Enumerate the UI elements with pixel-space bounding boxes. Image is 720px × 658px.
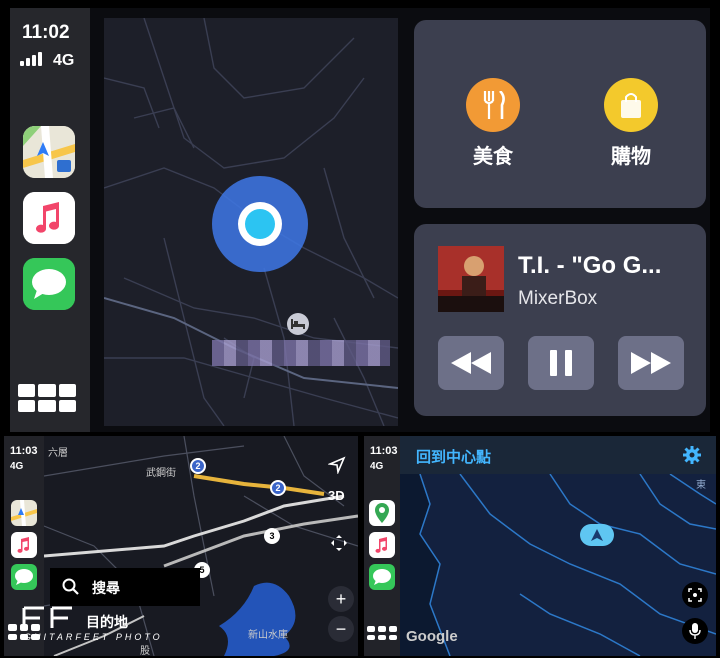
google-logo: Google <box>406 628 458 645</box>
app-grid-icon[interactable] <box>367 626 397 640</box>
status-time: 11:02 <box>22 22 70 43</box>
recenter-button[interactable] <box>682 582 708 608</box>
poi-food[interactable]: 美食 <box>448 78 538 169</box>
search-label: 搜尋 <box>92 580 120 596</box>
signal-icon <box>20 52 42 66</box>
crosshair-icon <box>688 588 702 602</box>
watermark-text: 目的地 <box>86 614 128 630</box>
main-sidebar: 11:02 4G <box>10 8 90 432</box>
google-maps-header: 回到中心點 <box>400 436 716 474</box>
fast-forward-button[interactable] <box>618 336 684 390</box>
watermark-subtext: GUITARFEET PHOTO <box>24 632 163 642</box>
messages-app-icon[interactable] <box>23 258 75 310</box>
poi-shopping-label: 購物 <box>611 146 651 168</box>
album-art <box>438 246 504 312</box>
shopping-bag-icon <box>604 78 658 132</box>
song-artist: MixerBox <box>518 288 598 309</box>
poi-food-label: 美食 <box>473 146 513 168</box>
network-type: 4G <box>53 52 75 69</box>
main-map[interactable] <box>104 18 398 426</box>
map-label-street: 武鋼街 <box>146 468 176 479</box>
messages-app-icon[interactable] <box>11 564 37 590</box>
music-app-icon[interactable] <box>11 532 37 558</box>
pause-button[interactable] <box>528 336 594 390</box>
watermark-mark-icon <box>22 606 72 628</box>
compass-arrow-icon[interactable] <box>327 456 346 479</box>
microphone-icon <box>689 623 701 639</box>
map-label-top-left: 六層 <box>48 448 68 459</box>
app-grid-icon[interactable] <box>18 384 76 412</box>
current-location-marker <box>238 202 282 246</box>
poi-card: 美食 購物 <box>414 20 706 208</box>
network-type: 4G <box>10 461 24 472</box>
status-time: 11:03 <box>10 445 38 457</box>
watermark-logo: 目的地 GUITARFEET PHOTO <box>22 606 222 652</box>
messages-app-icon[interactable] <box>369 564 395 590</box>
small-sidebar: 11:03 4G <box>364 436 400 656</box>
navigation-arrow-icon <box>580 524 614 546</box>
poi-shopping[interactable]: 購物 <box>586 78 676 169</box>
music-app-icon[interactable] <box>369 532 395 558</box>
main-carplay-screen: 11:02 4G 美食 購物 T.I. - "Go G... MixerBox <box>10 8 710 432</box>
recenter-title[interactable]: 回到中心點 <box>416 446 491 467</box>
fork-knife-icon <box>466 78 520 132</box>
route-badge: 2 <box>190 458 206 474</box>
song-title: T.I. - "Go G... <box>518 252 662 279</box>
google-maps-screen: 11:03 4G 回到中心點 東 Google <box>364 436 716 656</box>
pixelated-place-label <box>212 340 390 366</box>
search-icon <box>62 578 79 595</box>
rewind-icon <box>451 352 491 374</box>
microphone-button[interactable] <box>682 618 708 644</box>
search-panel[interactable]: 搜尋 <box>50 568 200 606</box>
maps-app-icon[interactable] <box>23 126 75 178</box>
fast-forward-icon <box>631 352 671 374</box>
status-time: 11:03 <box>370 445 398 457</box>
zoom-out-button[interactable]: − <box>328 616 354 642</box>
3d-view-button[interactable]: 3D <box>328 488 345 503</box>
rewind-button[interactable] <box>438 336 504 390</box>
now-playing-card[interactable]: T.I. - "Go G... MixerBox <box>414 224 706 416</box>
gear-icon[interactable] <box>682 445 702 465</box>
route-badge: 2 <box>270 480 286 496</box>
map-label: 東 <box>696 480 706 491</box>
network-type: 4G <box>370 461 384 472</box>
google-maps-app-icon[interactable] <box>369 500 395 526</box>
google-map[interactable]: 東 Google <box>400 474 716 656</box>
pause-icon <box>550 350 572 376</box>
zoom-in-button[interactable]: + <box>328 586 354 612</box>
maps-app-icon[interactable] <box>11 500 37 526</box>
pan-arrows-icon[interactable] <box>330 534 348 557</box>
map-label-reservoir: 新山水庫 <box>248 630 288 641</box>
route-badge: 3 <box>264 528 280 544</box>
hotel-icon[interactable] <box>287 313 309 335</box>
music-app-icon[interactable] <box>23 192 75 244</box>
